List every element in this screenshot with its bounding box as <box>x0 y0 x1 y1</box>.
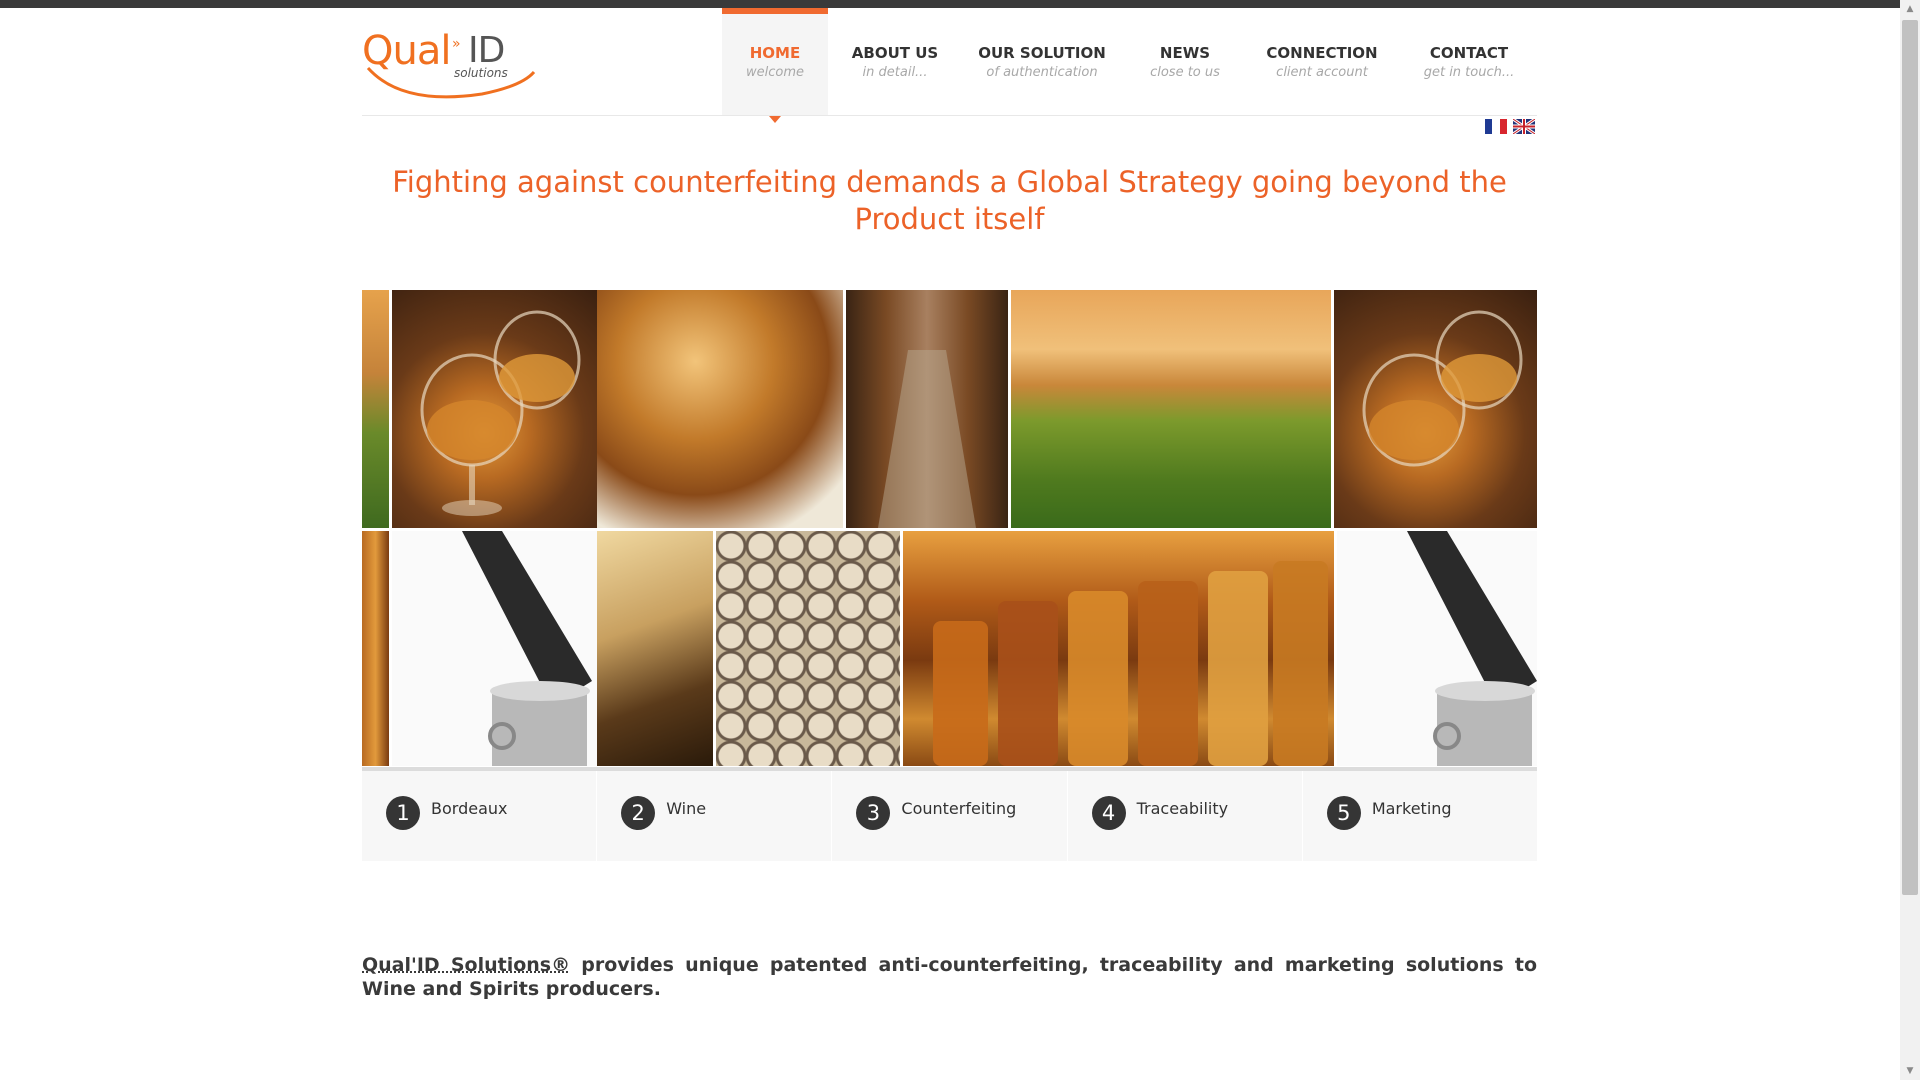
wine-bottles-image <box>597 531 713 766</box>
vineyard-edge-image <box>362 290 389 528</box>
bottles-edge-image <box>362 531 389 766</box>
nav-subtitle: welcome <box>745 65 804 80</box>
nav-title: OUR SOLUTION <box>978 44 1106 62</box>
step-label: Marketing <box>1371 799 1452 818</box>
step-label: Traceability <box>1136 799 1229 818</box>
nav-title: NEWS <box>1159 44 1211 62</box>
nav-our-solution[interactable]: OUR SOLUTION of authentication <box>962 8 1122 116</box>
scroll-down-icon[interactable]: ▼ <box>1900 1062 1920 1080</box>
spirit-bottles-image <box>903 531 1334 766</box>
step-number-badge: 2 <box>621 796 656 830</box>
slide-tab-bordeaux[interactable]: 1 Bordeaux <box>362 771 598 861</box>
slide-tab-counterfeiting[interactable]: 3 Counterfeiting <box>832 771 1068 861</box>
wine-glass-closeup-image <box>597 290 843 528</box>
scrollbar[interactable]: ▲ ▼ <box>1900 0 1920 1080</box>
nav-subtitle: client account <box>1276 65 1368 80</box>
nav-subtitle: get in touch... <box>1423 65 1515 80</box>
main-nav: HOME welcome ABOUT US in detail... OUR S… <box>722 8 1542 123</box>
nav-news[interactable]: NEWS close to us <box>1122 8 1248 116</box>
logo-text: Qual <box>362 28 451 74</box>
logo-mark-icon: » <box>452 36 460 52</box>
top-bar <box>0 0 1920 8</box>
nav-title: HOME <box>749 44 801 62</box>
slide-tab-wine[interactable]: 2 Wine <box>597 771 833 861</box>
step-number-badge: 3 <box>856 796 891 830</box>
uk-flag-icon[interactable] <box>1513 119 1535 134</box>
nav-connection[interactable]: CONNECTION client account <box>1248 8 1396 116</box>
step-label: Wine <box>666 799 707 818</box>
brand-link[interactable]: Qual'ID Solutions® <box>362 954 570 976</box>
page-headline: Fighting against counterfeiting demands … <box>392 165 1507 236</box>
slide-tab-traceability[interactable]: 4 Traceability <box>1068 771 1303 861</box>
wine-corks-image <box>716 531 900 766</box>
scroll-thumb[interactable] <box>1902 20 1918 895</box>
cognac-glasses-image-2 <box>1334 290 1537 528</box>
vineyard-image <box>1011 290 1331 528</box>
cognac-glasses-image <box>392 290 597 528</box>
step-number-badge: 5 <box>1326 796 1361 830</box>
nav-subtitle: in detail... <box>862 65 928 80</box>
image-slider[interactable] <box>362 290 1537 766</box>
step-number-badge: 4 <box>1091 796 1126 830</box>
nav-title: CONNECTION <box>1266 44 1378 62</box>
champagne-bucket-image-2 <box>1337 531 1537 766</box>
nav-subtitle: of authentication <box>986 65 1098 80</box>
intro-paragraph: Qual'ID Solutions® provides unique paten… <box>362 953 1537 1001</box>
slide-tab-marketing[interactable]: 5 Marketing <box>1303 771 1537 861</box>
nav-subtitle: close to us <box>1150 65 1220 80</box>
header-divider <box>362 115 1537 116</box>
nav-about-us[interactable]: ABOUT US in detail... <box>828 8 962 116</box>
scroll-up-icon[interactable]: ▲ <box>1900 0 1920 18</box>
nav-contact[interactable]: CONTACT get in touch... <box>1396 8 1542 116</box>
step-label: Counterfeiting <box>901 799 1017 818</box>
step-number-badge: 1 <box>386 796 420 830</box>
nav-title: CONTACT <box>1429 44 1509 62</box>
nav-home[interactable]: HOME welcome <box>722 8 828 123</box>
fr-flag-icon[interactable] <box>1485 119 1507 134</box>
logo-sub-text: solutions <box>454 66 508 80</box>
logo-id-text: ID <box>468 30 505 71</box>
champagne-bucket-image <box>392 531 597 766</box>
slide-nav: 1 Bordeaux 2 Wine 3 Counterfeiting 4 Tra… <box>362 767 1537 861</box>
step-label: Bordeaux <box>431 799 508 818</box>
qualid-logo[interactable]: Qual » ID solutions <box>362 28 538 100</box>
barrel-cellar-image <box>846 290 1008 528</box>
nav-title: ABOUT US <box>851 44 939 62</box>
language-switcher <box>1485 119 1535 134</box>
